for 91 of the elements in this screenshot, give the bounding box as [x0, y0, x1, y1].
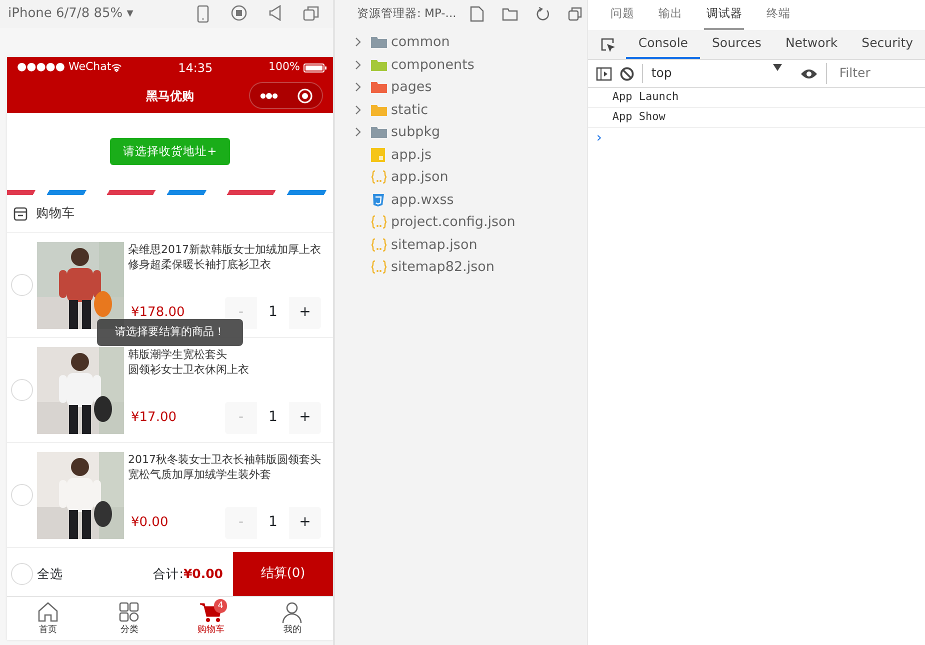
plus-button[interactable]: +	[289, 296, 321, 328]
js-file-icon	[371, 148, 385, 162]
plus-button[interactable]: +	[289, 402, 321, 434]
checkout-button[interactable]: 结算(0)	[233, 552, 333, 596]
new-folder-icon[interactable]	[502, 7, 518, 21]
chevron-icon[interactable]	[355, 104, 361, 115]
checkbox[interactable]	[11, 563, 33, 585]
carrier-text: ●●●●● WeChat	[17, 59, 112, 76]
status-time: 14:35	[177, 60, 214, 76]
address-button[interactable]: 请选择收货地址+	[110, 138, 230, 166]
quantity-value: 1	[257, 296, 289, 328]
product-price: ¥0.00	[131, 514, 168, 532]
context-select[interactable]: top	[642, 64, 782, 83]
file-name[interactable]: components	[391, 54, 474, 75]
tab-item[interactable]: 我的	[252, 597, 333, 640]
battery-icon	[303, 62, 327, 72]
checkbox[interactable]	[11, 484, 33, 506]
windows-icon[interactable]	[303, 5, 319, 21]
cart-badge: 4	[214, 599, 228, 613]
file-name[interactable]: project.config.json	[391, 212, 516, 232]
panel-tab[interactable]: 终端	[764, 0, 792, 30]
json-file-icon	[371, 170, 387, 184]
devtools-tab[interactable]: Sources	[700, 30, 774, 59]
explorer-title: 资源管理器: MP-...	[357, 5, 456, 22]
device-selector[interactable]: iPhone 6/7/8 85% ▾	[8, 4, 134, 24]
product-title: 修身超柔保暖长袖打底衫卫衣	[128, 256, 272, 272]
category-icon	[117, 600, 142, 624]
inspect-icon[interactable]	[600, 37, 616, 53]
product-price: ¥17.00	[131, 408, 176, 427]
tab-item[interactable]: 首页	[7, 597, 88, 640]
json-file-icon	[371, 260, 387, 274]
file-name[interactable]: common	[391, 32, 450, 52]
console-prompt[interactable]: ›	[588, 128, 925, 149]
devtools-tab[interactable]: Security	[850, 30, 925, 59]
refresh-icon[interactable]	[536, 7, 550, 21]
chevron-icon[interactable]	[355, 127, 361, 138]
devtools-tab[interactable]: Console	[626, 30, 700, 59]
product-title: 2017秋冬装女士卫衣长袖韩版圆领套头	[128, 452, 321, 466]
quantity-value: 1	[257, 506, 289, 538]
file-name[interactable]: app.wxss	[391, 190, 454, 210]
checkbox[interactable]	[11, 274, 33, 296]
product-title: 朵维思2017新款韩版女士加绒加厚上衣	[128, 242, 321, 256]
phone-icon[interactable]	[197, 5, 209, 23]
tab-item[interactable]: 购物车 4	[170, 597, 252, 640]
json-file-icon	[371, 215, 387, 230]
sidebar-toggle-icon[interactable]	[596, 66, 612, 80]
home-icon	[36, 600, 60, 624]
checkbox[interactable]	[11, 379, 33, 401]
product-title: 宽松气质加厚加绒学生装外套	[128, 466, 272, 482]
file-name[interactable]: pages	[391, 77, 432, 98]
product-title: 韩版潮学生宽松套头	[128, 346, 228, 362]
select-all-label: 全选	[37, 564, 63, 583]
quantity-value: 1	[257, 402, 289, 434]
speaker-icon[interactable]	[269, 5, 281, 21]
file-name[interactable]: app.js	[391, 144, 432, 165]
devtools-tab[interactable]: Network	[773, 30, 850, 59]
eye-icon[interactable]	[800, 68, 818, 80]
console-log: App Show	[588, 108, 925, 128]
user-icon	[280, 600, 304, 624]
shop-icon	[13, 206, 28, 220]
chevron-icon[interactable]	[355, 82, 361, 92]
page-title: 黑马优购	[146, 88, 194, 104]
css-file-icon	[371, 192, 385, 207]
capsule-button[interactable]	[249, 82, 323, 109]
file-name[interactable]: static	[391, 100, 428, 120]
chevron-icon[interactable]	[355, 37, 361, 48]
product-title: 圆领衫女士卫衣休闲上衣	[128, 362, 250, 376]
file-name[interactable]: sitemap.json	[391, 234, 478, 255]
record-icon[interactable]	[231, 5, 247, 21]
json-file-icon	[371, 238, 387, 252]
panel-tab[interactable]: 输出	[656, 0, 684, 30]
close-target-icon[interactable]	[297, 88, 313, 104]
battery-text: 100%	[268, 59, 300, 76]
console-log: App Launch	[588, 88, 925, 108]
toast-message: 请选择要结算的商品！	[97, 319, 243, 346]
file-name[interactable]: subpkg	[391, 122, 440, 142]
cart-title: 购物车	[36, 204, 75, 222]
collapse-icon[interactable]	[568, 7, 582, 21]
total-text: 合计:¥0.00	[153, 564, 223, 583]
panel-tab[interactable]: 问题	[608, 0, 636, 30]
clear-icon[interactable]	[620, 66, 634, 80]
product-price: ¥178.00	[131, 304, 185, 322]
caret-icon	[773, 64, 782, 72]
file-name[interactable]: app.json	[391, 167, 448, 188]
tab-item[interactable]: 分类	[88, 597, 170, 640]
more-icon[interactable]	[259, 92, 279, 100]
new-file-icon[interactable]	[470, 6, 484, 22]
chevron-icon[interactable]	[355, 60, 361, 70]
plus-button[interactable]: +	[289, 506, 321, 538]
wifi-icon	[111, 63, 122, 72]
file-name[interactable]: sitemap82.json	[391, 257, 494, 278]
